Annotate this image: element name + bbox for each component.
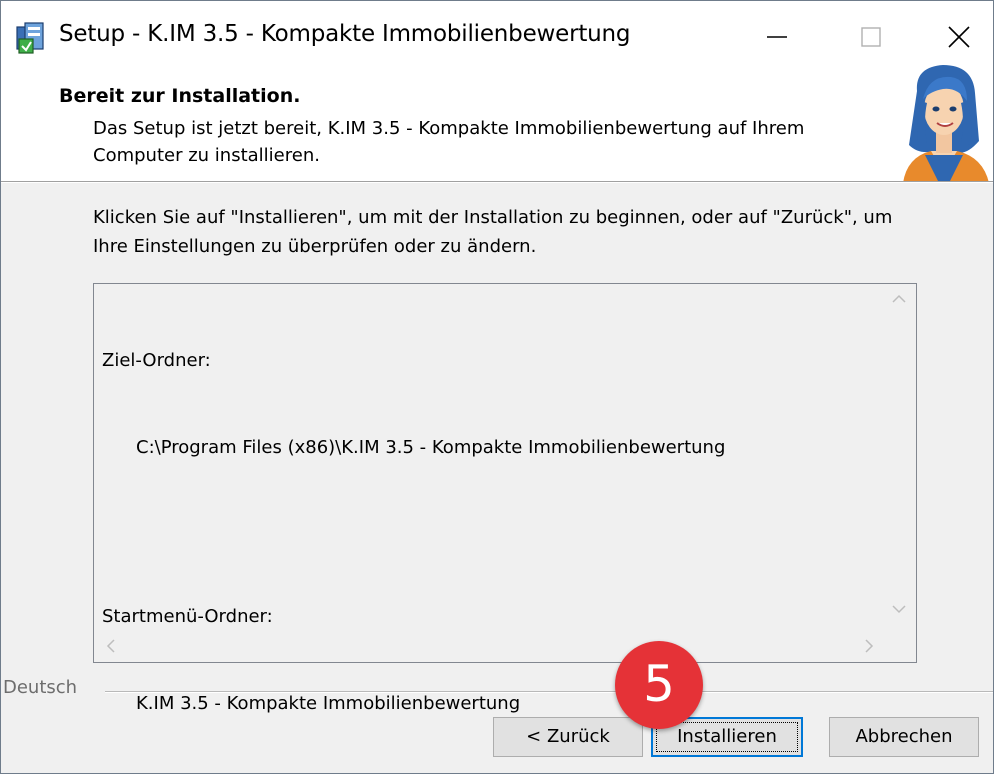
maximize-icon[interactable]: [841, 15, 901, 59]
startmenu-folder-label: Startmenü-Ordner:: [102, 606, 273, 627]
memo-spacer: [102, 520, 725, 544]
title-bar[interactable]: Setup - K.IM 3.5 - Kompakte Immobilienbe…: [1, 1, 993, 75]
step-number-badge: 5: [615, 641, 703, 729]
ready-memo-box[interactable]: Ziel-Ordner: C:\Program Files (x86)\K.IM…: [93, 283, 917, 714]
instruction-text: Klicken Sie auf "Installieren", um mit d…: [93, 207, 893, 257]
vertical-scrollbar[interactable]: [882, 284, 916, 626]
language-label: Deutsch: [3, 677, 78, 698]
page-title: Bereit zur Installation.: [59, 85, 301, 107]
dest-folder-value: C:\Program Files (x86)\K.IM 3.5 - Kompak…: [136, 437, 726, 458]
scroll-left-icon[interactable]: [106, 639, 116, 653]
footer-divider-highlight: [105, 692, 993, 693]
page-description: Das Setup ist jetzt bereit, K.IM 3.5 - K…: [93, 118, 805, 166]
wizard-header: Bereit zur Installation. Das Setup ist j…: [1, 65, 993, 183]
minimize-icon[interactable]: [747, 15, 807, 59]
scroll-down-icon[interactable]: [892, 604, 906, 614]
setup-window: Setup - K.IM 3.5 - Kompakte Immobilienbe…: [0, 0, 994, 774]
focus-rectangle: [656, 722, 798, 752]
scrollbar-corner: [882, 628, 916, 662]
cancel-button[interactable]: Abbrechen: [829, 717, 979, 757]
window-title: Setup - K.IM 3.5 - Kompakte Immobilienbe…: [59, 21, 631, 47]
close-icon[interactable]: [929, 15, 989, 59]
scroll-up-icon[interactable]: [892, 294, 906, 304]
scroll-right-icon[interactable]: [864, 639, 874, 653]
back-button[interactable]: < Zurück: [493, 717, 643, 757]
dest-folder-label: Ziel-Ordner:: [102, 350, 211, 371]
mascot-woman-illustration: [903, 65, 989, 183]
setup-installer-icon: [16, 22, 44, 54]
horizontal-scrollbar[interactable]: [94, 628, 882, 662]
header-divider-highlight: [1, 182, 993, 183]
